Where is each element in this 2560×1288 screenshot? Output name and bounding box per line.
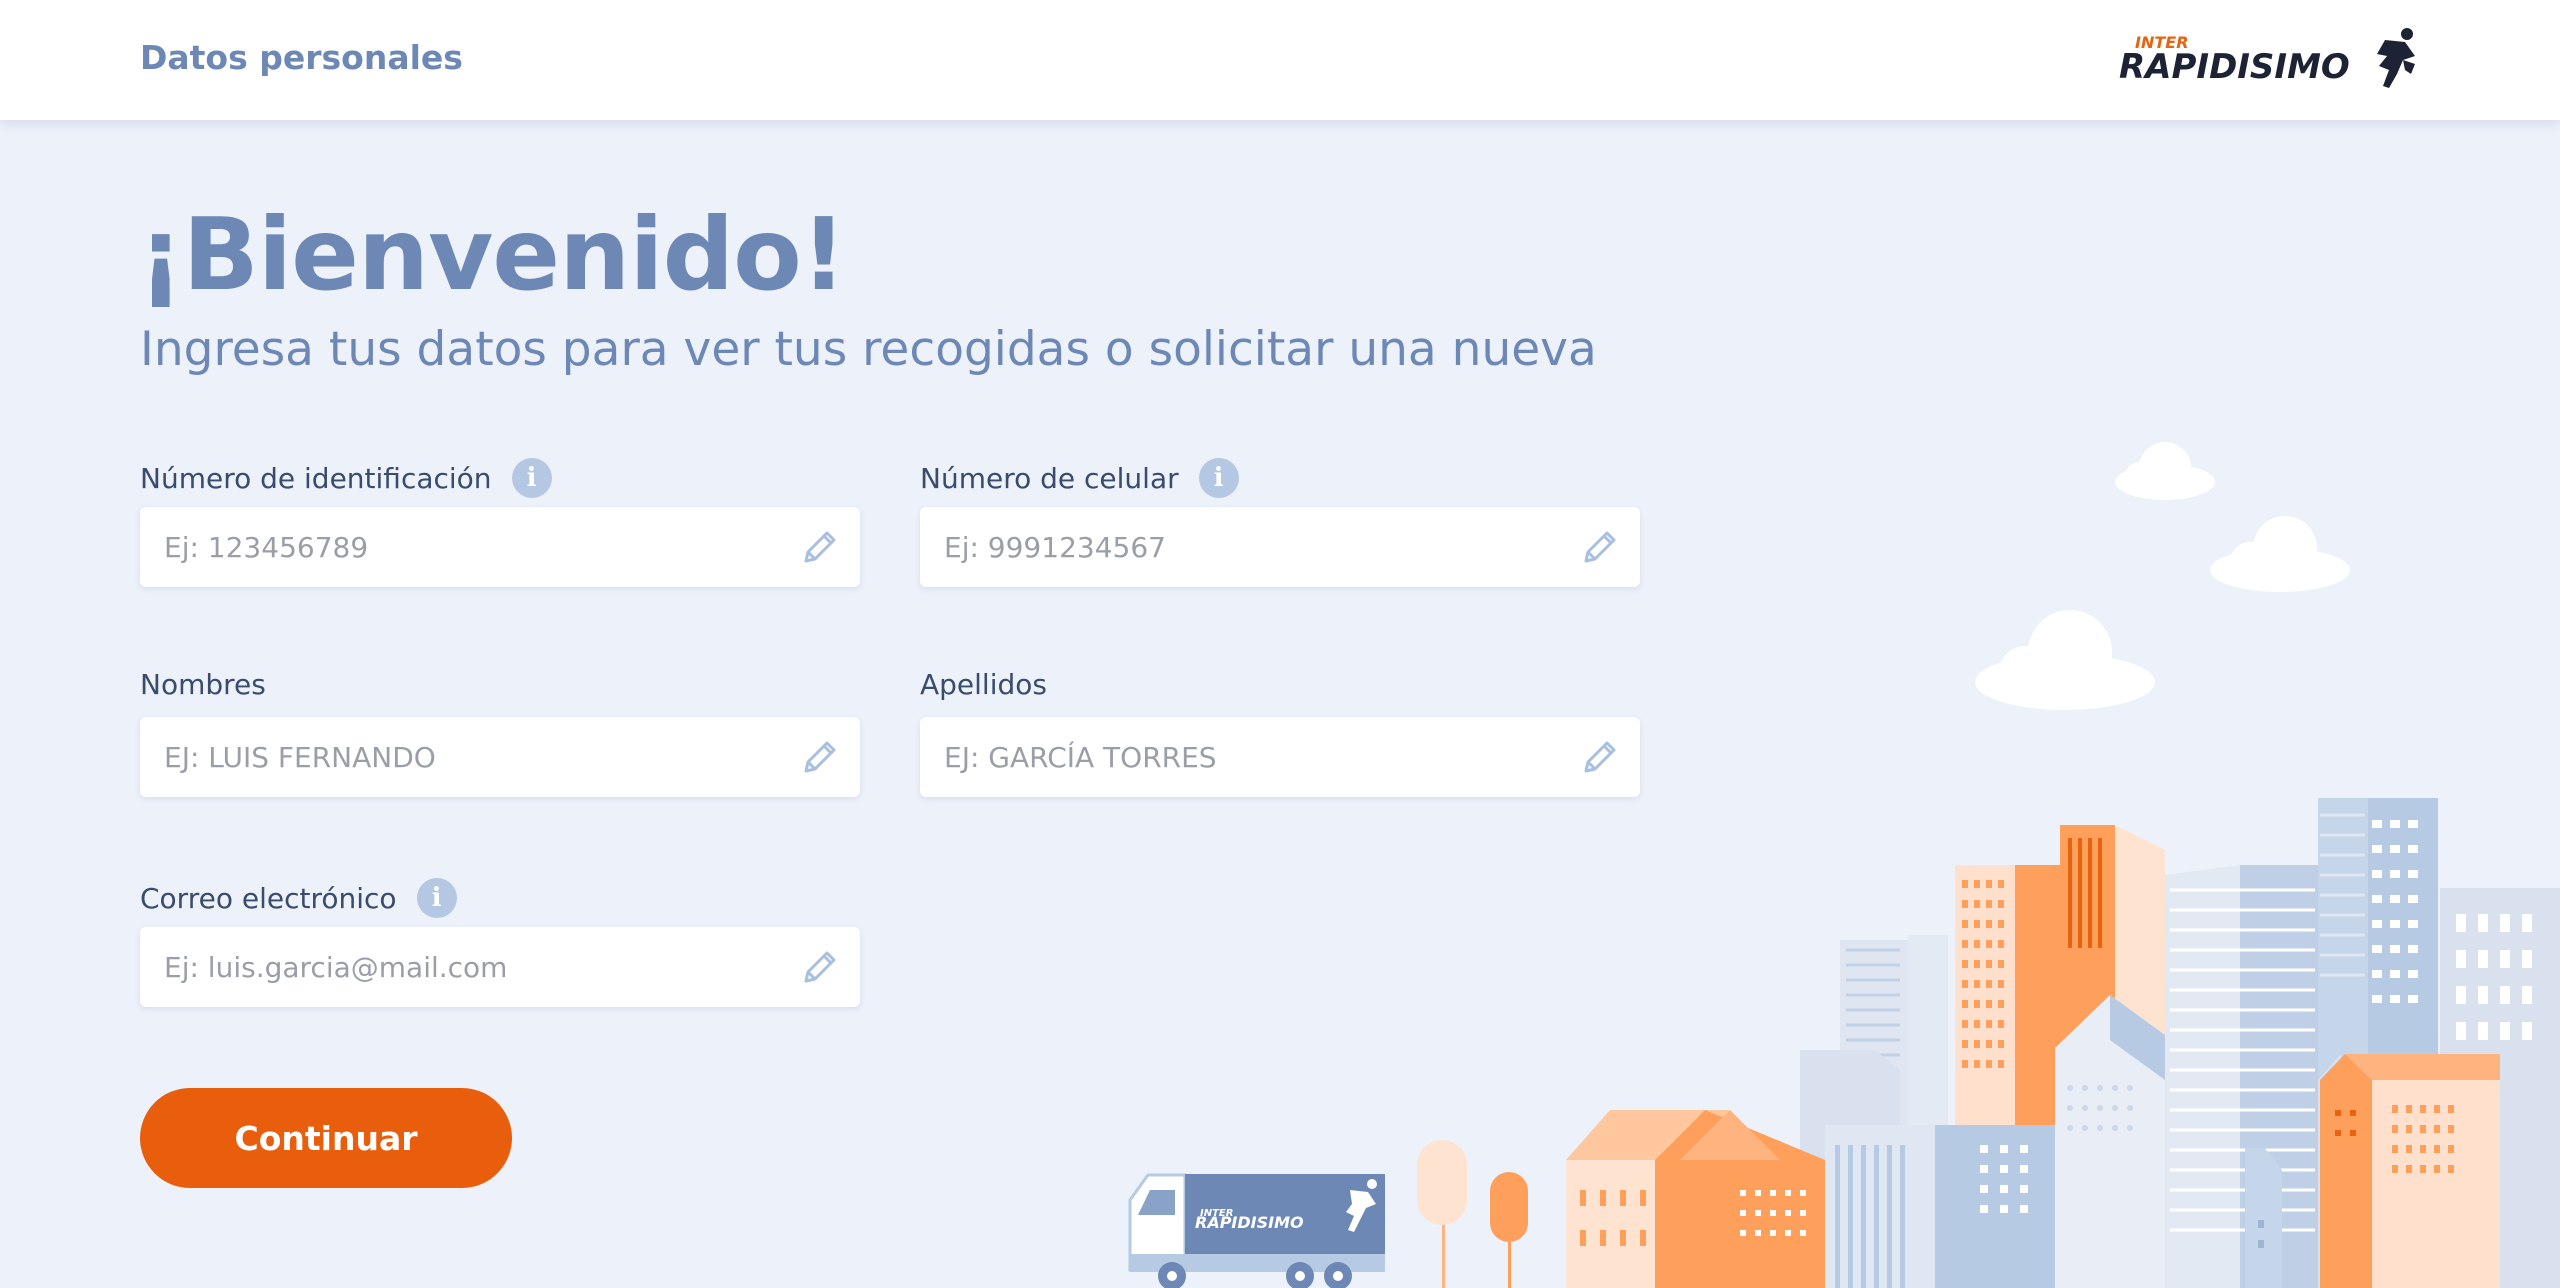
- email-field[interactable]: [140, 927, 860, 1007]
- header-title: Datos personales: [140, 38, 463, 77]
- last-names-label: Apellidos: [920, 668, 1047, 701]
- glass-tower: [2165, 865, 2320, 1288]
- first-names-label: Nombres: [140, 668, 266, 701]
- logo-text-main: RAPIDISIMO: [2119, 47, 2350, 87]
- truck-icon: INTER RAPIDISIMO: [1128, 1173, 1385, 1288]
- inter-rapidisimo-logo: INTER RAPIDISIMO: [2119, 28, 2415, 88]
- id-number-input[interactable]: [164, 507, 774, 587]
- city-illustration: INTER RAPIDISIMO: [1128, 442, 2560, 1288]
- pencil-icon[interactable]: [800, 737, 840, 777]
- last-names-label-text: Apellidos: [920, 668, 1047, 701]
- id-number-field[interactable]: [140, 507, 860, 587]
- tree-icon: [1417, 1140, 1467, 1288]
- id-number-label-text: Número de identificación: [140, 461, 492, 495]
- info-icon[interactable]: i: [511, 458, 552, 498]
- pointed-tower: [2055, 995, 2165, 1288]
- page: Datos personales INTER RAPIDISIMO ¡Bienv…: [0, 0, 2560, 1288]
- cloud-icon: [2115, 442, 2215, 500]
- tree-icon: [1490, 1172, 1528, 1288]
- pencil-icon[interactable]: [800, 527, 840, 567]
- email-input[interactable]: [164, 927, 774, 1007]
- info-icon[interactable]: i: [416, 878, 457, 918]
- cloud-icon: [2210, 516, 2350, 592]
- logo-runner-icon: [2377, 28, 2415, 88]
- welcome-title: ¡Bienvenido!: [138, 196, 846, 313]
- welcome-subtitle: Ingresa tus datos para ver tus recogidas…: [140, 322, 1597, 377]
- truck-logo-main: RAPIDISIMO: [1195, 1213, 1304, 1232]
- header-bar: Datos personales INTER RAPIDISIMO: [0, 0, 2560, 120]
- first-names-label-text: Nombres: [140, 668, 266, 701]
- houses: [1566, 1110, 1825, 1288]
- id-number-label: Número de identificación i: [140, 458, 552, 498]
- continue-button[interactable]: Continuar: [140, 1088, 512, 1188]
- cloud-icon: [1975, 610, 2155, 710]
- pencil-icon[interactable]: [800, 947, 840, 987]
- first-names-field[interactable]: [140, 717, 860, 797]
- email-label-text: Correo electrónico: [140, 881, 397, 915]
- email-label: Correo electrónico i: [140, 878, 457, 918]
- first-names-input[interactable]: [164, 717, 774, 797]
